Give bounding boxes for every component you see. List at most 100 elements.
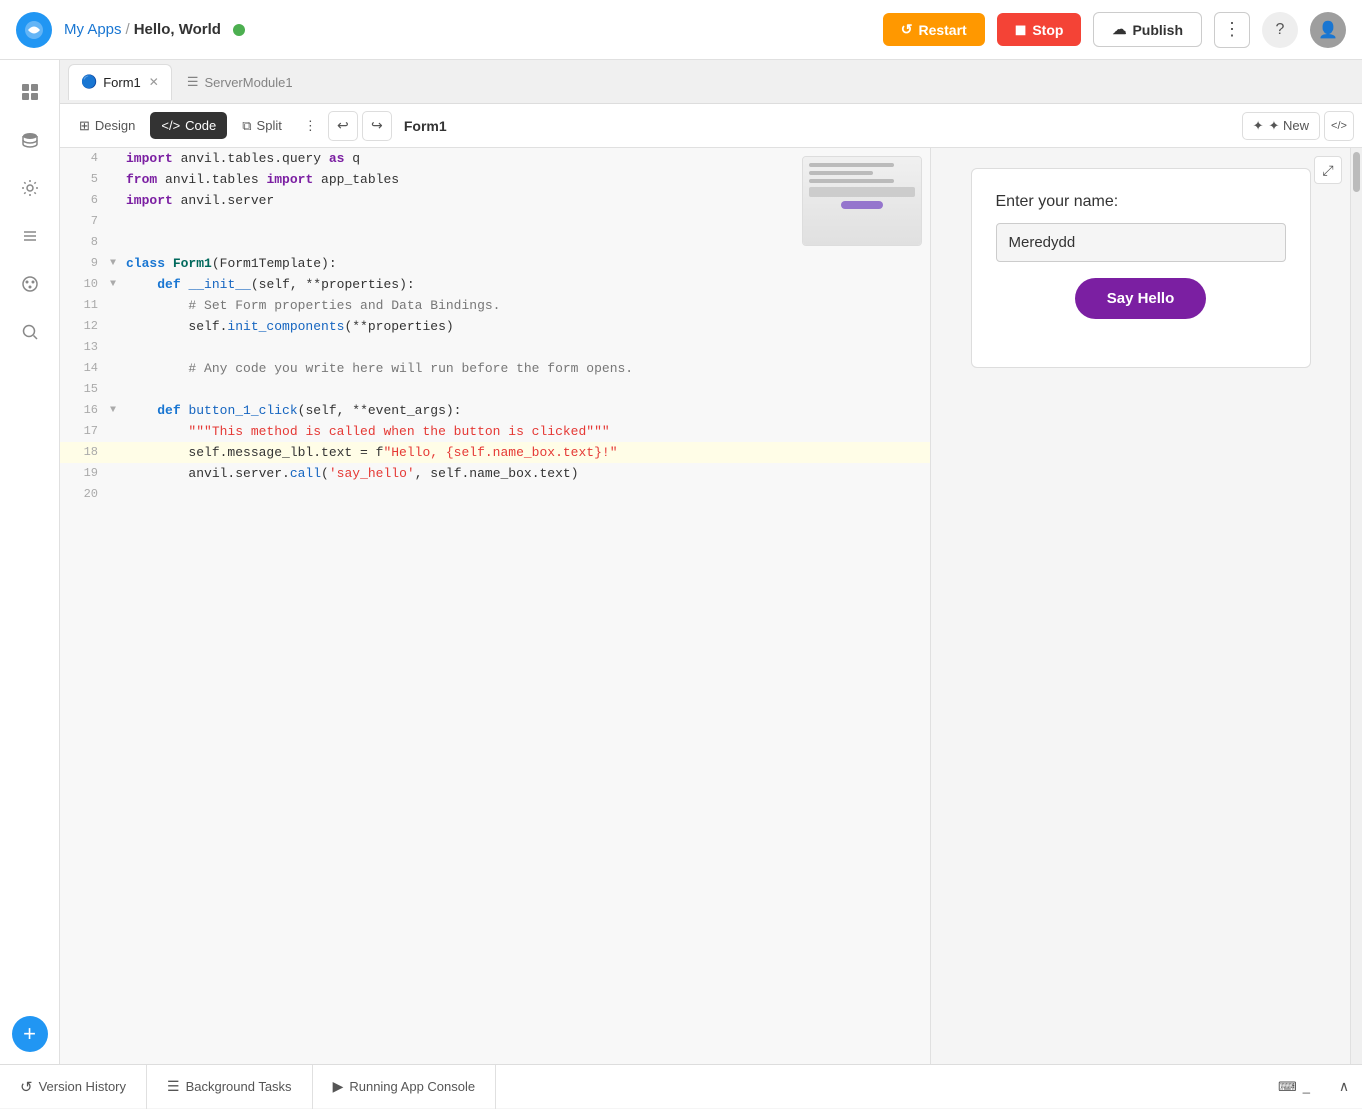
running-app-console-tab[interactable]: ▶ Running App Console [313,1065,497,1109]
tab-form1[interactable]: 🔵 Form1 ✕ [68,64,172,100]
design-icon: ⊞ [79,118,90,134]
sidebar-item-forms[interactable] [10,72,50,112]
code-line-11: 11 # Set Form properties and Data Bindin… [60,295,930,316]
terminal-label: _ [1303,1079,1310,1094]
app-preview: Enter your name: Say Hello [931,148,1350,1064]
search-icon [20,322,40,342]
terminal-icon: ⌨ [1278,1079,1297,1095]
new-label: ✦ New [1268,118,1309,134]
version-history-label: Version History [39,1079,126,1094]
cloud-icon: ☁ [1112,21,1126,38]
code-editor[interactable]: 4 import anvil.tables.query as q 5 from … [60,148,930,1064]
collapse-icon: ∧ [1339,1078,1349,1095]
code-line-4: 4 import anvil.tables.query as q [60,148,930,169]
servermodule1-tab-label: ServerModule1 [204,75,292,90]
tabs-bar: 🔵 Form1 ✕ ☰ ServerModule1 [60,60,1362,104]
restart-icon: ↺ [901,21,913,38]
code-line-16: 16 ▼ def button_1_click(self, **event_ar… [60,400,930,421]
app-status-dot [233,24,245,36]
stop-label: Stop [1032,22,1063,38]
scrollbar [1350,148,1362,1064]
sidebar-item-list[interactable] [10,216,50,256]
code-line-7: 7 [60,211,930,232]
running-app-console-label: Running App Console [349,1079,475,1094]
code-thumbnail [802,156,922,246]
add-button[interactable]: + [12,1016,48,1052]
code-line-14: 14 # Any code you write here will run be… [60,358,930,379]
design-button[interactable]: ⊞ Design [68,112,146,140]
new-star-icon: ✦ [1253,118,1264,134]
undo-button[interactable]: ↩ [328,111,358,141]
undo-icon: ↩ [337,117,349,134]
gear-icon [20,178,40,198]
user-icon: 👤 [1318,20,1338,40]
code-line-9: 9 ▼ class Form1(Form1Template): [60,253,930,274]
form1-close-button[interactable]: ✕ [149,75,159,89]
form1-tab-icon: 🔵 [81,74,97,90]
console-icon: ▶ [333,1078,344,1095]
stop-button[interactable]: ◼ Stop [997,13,1082,46]
breadcrumb-sep: / [126,21,130,38]
restart-button[interactable]: ↺ Restart [883,13,985,46]
expand-button[interactable]: ⤢ [1314,156,1342,184]
sidebar-item-settings[interactable] [10,168,50,208]
name-label: Enter your name: [996,193,1286,211]
app-card: Enter your name: Say Hello [971,168,1311,368]
avatar-button[interactable]: 👤 [1310,12,1346,48]
background-tasks-tab[interactable]: ☰ Background Tasks [147,1065,313,1109]
publish-button[interactable]: ☁ Publish [1093,12,1202,47]
split-button[interactable]: ⧉ Split [231,112,293,140]
file-title: Form1 [404,118,447,134]
left-sidebar: + [0,60,60,1064]
redo-button[interactable]: ↪ [362,111,392,141]
new-button[interactable]: ✦ ✦ New [1242,112,1320,140]
servermodule1-tab-icon: ☰ [187,74,199,90]
more-button[interactable]: ⋮ [1214,12,1250,48]
sidebar-item-search[interactable] [10,312,50,352]
version-history-tab[interactable]: ↺ Version History [0,1065,147,1109]
split-icon: ⧉ [242,118,251,134]
name-input[interactable] [996,223,1286,262]
say-hello-button[interactable]: Say Hello [1075,278,1207,319]
database-icon [20,130,40,150]
breadcrumb: My Apps / Hello, World [64,21,221,38]
more-vert-icon: ⋮ [1223,19,1241,40]
forms-icon [20,82,40,102]
restart-label: Restart [918,22,966,38]
app-logo [16,12,52,48]
stop-icon: ◼ [1015,21,1027,38]
tasks-icon: ☰ [167,1078,180,1095]
app-name: Hello, World [134,21,221,38]
code-line-5: 5 from anvil.tables import app_tables [60,169,930,190]
code-panel: 4 import anvil.tables.query as q 5 from … [60,148,930,1064]
collapse-button[interactable]: ∧ [1326,1069,1362,1105]
code-line-6: 6 import anvil.server [60,190,930,211]
code-label: Code [185,118,216,133]
expand-icon: ⤢ [1322,162,1333,179]
sidebar-item-data[interactable] [10,120,50,160]
history-icon: ↺ [20,1078,33,1096]
help-button[interactable]: ? [1262,12,1298,48]
code-line-20: 20 [60,484,930,505]
code-line-19: 19 anvil.server.call('say_hello', self.n… [60,463,930,484]
code-line-17: 17 """This method is called when the but… [60,421,930,442]
sidebar-item-palette[interactable] [10,264,50,304]
code-line-8: 8 [60,232,930,253]
html-icon: </> [1331,120,1347,132]
background-tasks-label: Background Tasks [186,1079,292,1094]
app-preview-panel: ⤢ Enter your name: Say Hello [930,148,1350,1064]
code-line-18: 18 self.message_lbl.text = f"Hello, {sel… [60,442,930,463]
more-toolbar-button[interactable]: ⋮ [297,112,324,140]
publish-label: Publish [1132,22,1183,38]
bottom-bar: ↺ Version History ☰ Background Tasks ▶ R… [0,1064,1362,1108]
html-button[interactable]: </> [1324,111,1354,141]
form1-tab-label: Form1 [103,75,141,90]
code-line-12: 12 self.init_components(**properties) [60,316,930,337]
terminal-button[interactable]: ⌨ _ [1262,1065,1326,1109]
add-icon: + [23,1021,36,1047]
list-icon [20,226,40,246]
tab-servermodule1[interactable]: ☰ ServerModule1 [174,64,306,100]
myapps-link[interactable]: My Apps [64,21,122,38]
help-icon: ? [1276,21,1285,39]
code-button[interactable]: </> Code [150,112,227,139]
